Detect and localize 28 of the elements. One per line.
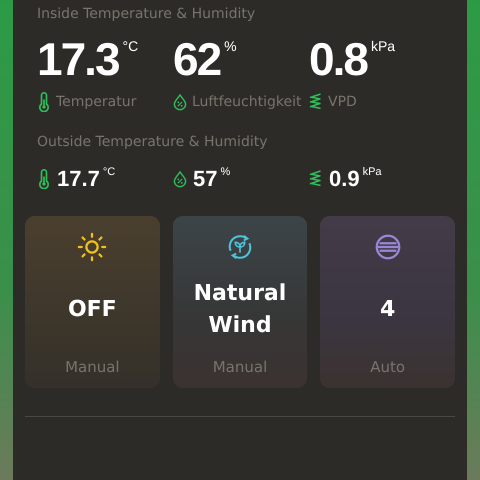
water-drop-icon bbox=[173, 169, 187, 189]
thermometer-icon bbox=[37, 92, 51, 112]
striped-circle-icon bbox=[372, 232, 403, 262]
waves-icon bbox=[309, 169, 323, 189]
metric-unit: % bbox=[224, 38, 237, 54]
metric-unit: °C bbox=[102, 166, 116, 178]
water-drop-icon bbox=[173, 92, 187, 112]
waves-icon bbox=[309, 92, 323, 112]
metric-label: Luftfeuchtigkeit bbox=[192, 93, 302, 112]
metric-value: 0.8 bbox=[309, 36, 367, 82]
metric-unit: kPa bbox=[362, 166, 382, 178]
metric-label: VPD bbox=[328, 93, 358, 112]
metric-label: Temperatur bbox=[56, 93, 138, 112]
control-tile[interactable]: 4 Auto bbox=[320, 216, 455, 388]
metric-unit: kPa bbox=[370, 38, 396, 54]
control-tile[interactable]: OFF Manual bbox=[25, 216, 160, 388]
metric-unit: °C bbox=[122, 38, 138, 54]
section-title: Inside Temperature & Humidity bbox=[37, 6, 256, 22]
section-title: Outside Temperature & Humidity bbox=[37, 134, 268, 150]
metric-value: 0.9 bbox=[329, 166, 360, 192]
metric-value: 62 bbox=[173, 36, 220, 82]
metric-value: 57 bbox=[193, 166, 218, 192]
sun-icon bbox=[77, 232, 108, 262]
control-tile[interactable]: Natural Wind Manual bbox=[172, 216, 308, 388]
metric-value: 17.3 bbox=[37, 36, 119, 82]
metric-unit: % bbox=[220, 166, 230, 178]
metric-value: 17.7 bbox=[57, 166, 100, 192]
thermometer-icon bbox=[37, 169, 51, 189]
